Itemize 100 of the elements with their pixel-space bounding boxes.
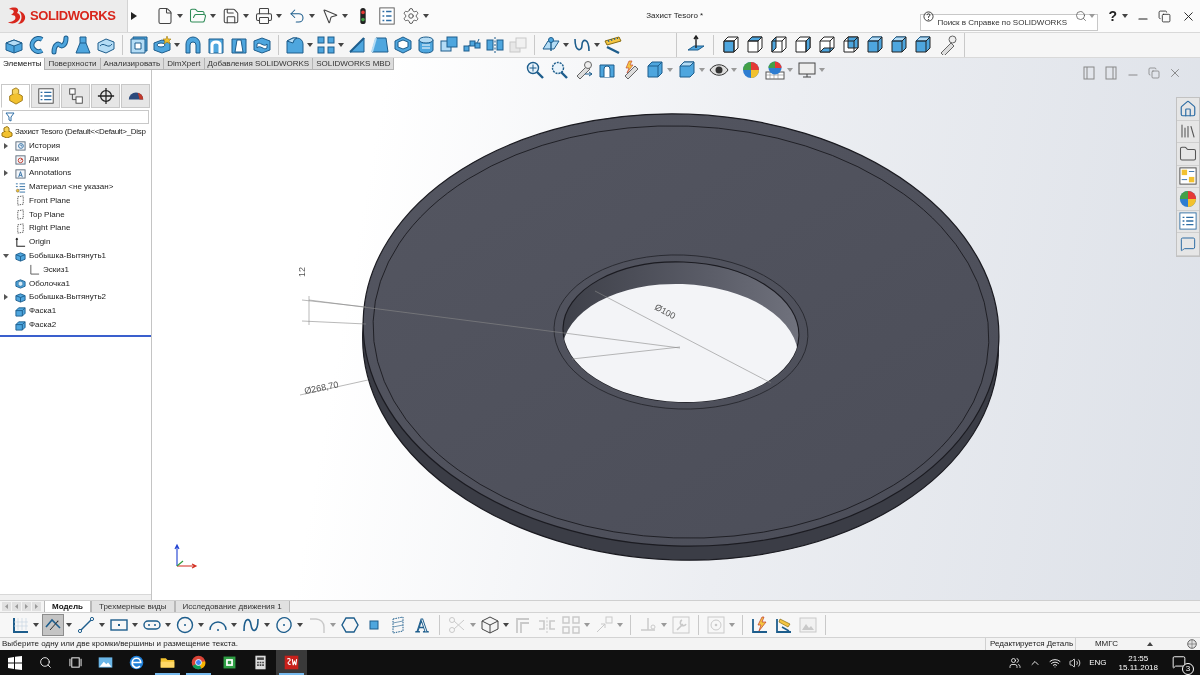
- tree-item[interactable]: Annotations: [29, 167, 72, 180]
- scene-sphere-icon[interactable]: [765, 60, 785, 80]
- hexagon-icon[interactable]: [340, 615, 360, 635]
- caret-icon[interactable]: [165, 623, 171, 627]
- list-icon[interactable]: [378, 7, 396, 25]
- boundary-icon[interactable]: [96, 35, 116, 55]
- sketch-grid-icon[interactable]: [10, 615, 30, 635]
- panel-tab[interactable]: [61, 84, 90, 108]
- caret-icon[interactable]: [307, 43, 313, 47]
- search-icon[interactable]: [38, 656, 52, 669]
- chat-icon[interactable]: [1180, 235, 1196, 252]
- display-style-icon[interactable]: [677, 60, 697, 80]
- cube-outline-icon[interactable]: [480, 615, 500, 635]
- folder-icon[interactable]: [1179, 144, 1197, 163]
- cylinder-icon[interactable]: [416, 35, 436, 55]
- tree-item[interactable]: Фаска2: [29, 319, 57, 332]
- caret-icon[interactable]: [33, 623, 39, 627]
- circle-icon[interactable]: [175, 615, 195, 635]
- cube-bottom-face-icon[interactable]: [817, 35, 837, 55]
- cube-side-iso-icon[interactable]: [913, 35, 933, 55]
- caret-icon[interactable]: [264, 623, 270, 627]
- settings-icon[interactable]: [402, 7, 420, 25]
- view-cube-icon[interactable]: [645, 60, 665, 80]
- caret-icon[interactable]: [210, 14, 216, 18]
- rapid-sketch-icon[interactable]: [750, 615, 770, 635]
- rib-icon[interactable]: [347, 35, 367, 55]
- status-globe-icon[interactable]: [1187, 639, 1197, 649]
- sweep-icon[interactable]: [50, 35, 70, 55]
- cube-iso-icon[interactable]: [865, 35, 885, 55]
- ruler-sketch-icon[interactable]: [774, 615, 794, 635]
- filter-field[interactable]: [2, 110, 149, 124]
- caret-icon[interactable]: [338, 43, 344, 47]
- ribbon-tab[interactable]: Поверхности: [45, 58, 101, 70]
- fillet-icon[interactable]: [285, 35, 305, 55]
- cube-left-face-icon[interactable]: [769, 35, 789, 55]
- lofted-cut-icon[interactable]: [229, 35, 249, 55]
- tree-item[interactable]: Front Plane: [29, 194, 71, 207]
- printer-icon[interactable]: [255, 7, 273, 25]
- hole-wizard-icon[interactable]: [152, 35, 172, 55]
- restore-icon[interactable]: [1158, 9, 1171, 23]
- ribbon-tab[interactable]: SOLIDWORKS MBD: [313, 58, 395, 70]
- panel-tab[interactable]: [91, 84, 120, 108]
- mirror-icon[interactable]: [485, 35, 505, 55]
- cube-front-iso-icon[interactable]: [889, 35, 909, 55]
- linear-pattern-icon[interactable]: [316, 35, 336, 55]
- caret-icon[interactable]: [66, 623, 72, 627]
- caret-icon[interactable]: [99, 623, 105, 627]
- cube-back-face-icon[interactable]: [841, 35, 861, 55]
- swept-cut-icon[interactable]: [206, 35, 226, 55]
- intersect-icon[interactable]: [439, 35, 459, 55]
- caret-icon[interactable]: [174, 43, 180, 47]
- ribbon-tab[interactable]: DimXpert: [164, 58, 205, 70]
- search-field[interactable]: Поиск в Справке по SOLIDWORKS: [920, 13, 1099, 31]
- dimension-label[interactable]: Ø268,70: [303, 379, 340, 396]
- tree-item[interactable]: Датчики: [29, 153, 59, 166]
- expand-arrow-icon[interactable]: [3, 294, 9, 301]
- tree-item[interactable]: Origin: [29, 236, 51, 249]
- caret-icon[interactable]: [309, 14, 315, 18]
- caret-icon[interactable]: [243, 14, 249, 18]
- pointer-icon[interactable]: [321, 7, 339, 25]
- language-indicator[interactable]: ENG: [1089, 656, 1107, 669]
- caret-icon[interactable]: [231, 623, 237, 627]
- expand-arrow-icon[interactable]: [130, 12, 138, 20]
- notifications-icon[interactable]: [1172, 654, 1186, 669]
- tree-item[interactable]: Right Plane: [29, 222, 71, 235]
- caret-icon[interactable]: [198, 623, 204, 627]
- cut-frame-icon[interactable]: [129, 35, 149, 55]
- caret-icon[interactable]: [177, 14, 183, 18]
- caret-icon[interactable]: [132, 623, 138, 627]
- tree-item[interactable]: Оболочка1: [29, 277, 70, 290]
- zoom-fit-icon[interactable]: [525, 60, 545, 80]
- panel-tab[interactable]: [121, 84, 150, 108]
- cube-top-face-icon[interactable]: [745, 35, 765, 55]
- ruler-icon[interactable]: [603, 35, 623, 55]
- ribbon-tab[interactable]: Добавления SOLIDWORKS: [204, 58, 314, 70]
- layout-icon[interactable]: [1179, 167, 1197, 186]
- tree-item[interactable]: Фаска1: [29, 305, 57, 318]
- cube-front-face-icon[interactable]: [721, 35, 741, 55]
- tree-item[interactable]: Бобышка-Вытянуть2: [29, 291, 107, 304]
- properties-list-icon[interactable]: [1179, 212, 1197, 231]
- expand-arrow-icon[interactable]: [3, 170, 9, 177]
- document-icon[interactable]: [156, 7, 174, 25]
- boundary-cut-icon[interactable]: [252, 35, 272, 55]
- loft-icon[interactable]: [73, 35, 93, 55]
- help-button[interactable]: ?: [1108, 5, 1117, 27]
- line-icon[interactable]: [76, 615, 96, 635]
- help-circle-icon[interactable]: [923, 10, 935, 22]
- ribbon-tab[interactable]: Элементы: [0, 58, 46, 70]
- clock-time[interactable]: 21:55: [1128, 653, 1149, 663]
- color-sphere-icon[interactable]: [741, 60, 761, 80]
- caret-icon[interactable]: [297, 623, 303, 627]
- tree-item[interactable]: Бобышка-Вытянуть1: [29, 250, 107, 263]
- tree-item[interactable]: Эскиз1: [43, 263, 69, 276]
- tree-item[interactable]: Top Plane: [29, 208, 65, 221]
- caret-icon[interactable]: [423, 14, 429, 18]
- caret-icon[interactable]: [594, 43, 600, 47]
- caret-icon[interactable]: [503, 623, 509, 627]
- caret-icon[interactable]: [276, 14, 282, 18]
- ellipse-icon[interactable]: [274, 615, 294, 635]
- expand-arrow-icon[interactable]: [3, 142, 9, 149]
